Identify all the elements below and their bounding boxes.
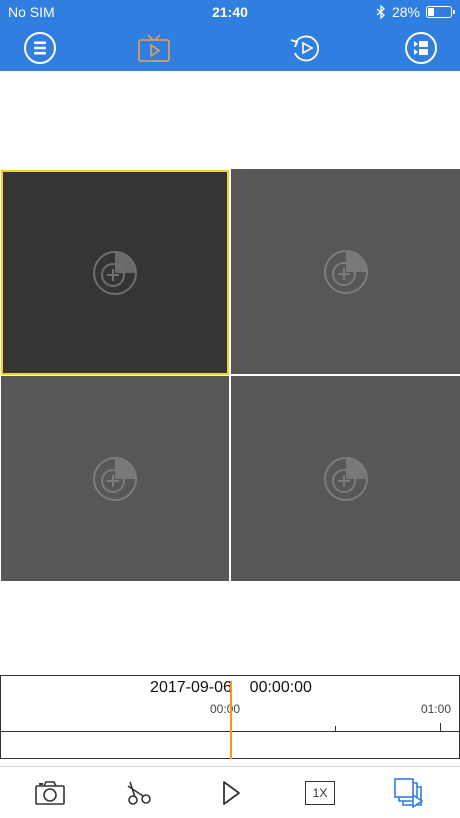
- clip-button[interactable]: [121, 775, 157, 811]
- speed-button[interactable]: 1X: [302, 775, 338, 811]
- timeline-time: 00:00:00: [249, 679, 312, 696]
- battery-tip: [453, 10, 455, 14]
- timeline-tick-label-start: 00:00: [210, 702, 241, 716]
- timeline-tick: [440, 723, 441, 731]
- battery-fill: [428, 8, 434, 16]
- play-button[interactable]: [213, 775, 249, 811]
- nav-bar: [0, 24, 460, 71]
- multi-window-button[interactable]: [391, 775, 427, 811]
- multi-window-icon: [394, 778, 424, 809]
- bottom-toolbar: 1X: [0, 766, 460, 818]
- timeline-date: 2017-09-06: [150, 679, 232, 696]
- live-view-button[interactable]: [136, 30, 172, 66]
- video-cell-3[interactable]: [1, 376, 229, 581]
- add-channel-icon: [323, 249, 368, 294]
- video-grid: [0, 169, 460, 581]
- playback-icon: [290, 35, 320, 62]
- play-icon: [223, 781, 240, 805]
- video-cell-1[interactable]: [1, 170, 229, 375]
- status-right: 28%: [376, 4, 455, 20]
- snapshot-button[interactable]: [32, 775, 68, 811]
- timeline-tick-label-end: 01:00: [421, 702, 452, 716]
- speed-label: 1X: [312, 786, 328, 800]
- timeline[interactable]: 2017-09-06 00:00:00 00:00 01:00: [0, 675, 460, 759]
- device-list-button[interactable]: [403, 30, 439, 66]
- speed-icon: 1X: [305, 781, 335, 805]
- battery-icon: [426, 6, 455, 18]
- menu-icon: [24, 32, 56, 64]
- menu-button[interactable]: [22, 30, 58, 66]
- battery-percent-label: 28%: [391, 4, 420, 20]
- scissors-icon: [127, 781, 151, 805]
- video-cell-2[interactable]: [231, 169, 460, 374]
- add-channel-icon: [93, 250, 137, 295]
- live-tv-icon: [138, 34, 170, 62]
- add-channel-icon: [323, 456, 368, 501]
- device-list-icon: [405, 32, 437, 64]
- status-bar: No SIM 21:40 28%: [0, 0, 460, 24]
- add-channel-icon: [93, 456, 137, 501]
- video-cell-4[interactable]: [231, 376, 460, 581]
- bluetooth-icon: [376, 5, 385, 19]
- timeline-cursor[interactable]: [230, 681, 232, 759]
- playback-button[interactable]: [288, 30, 324, 66]
- camera-icon: [35, 781, 65, 805]
